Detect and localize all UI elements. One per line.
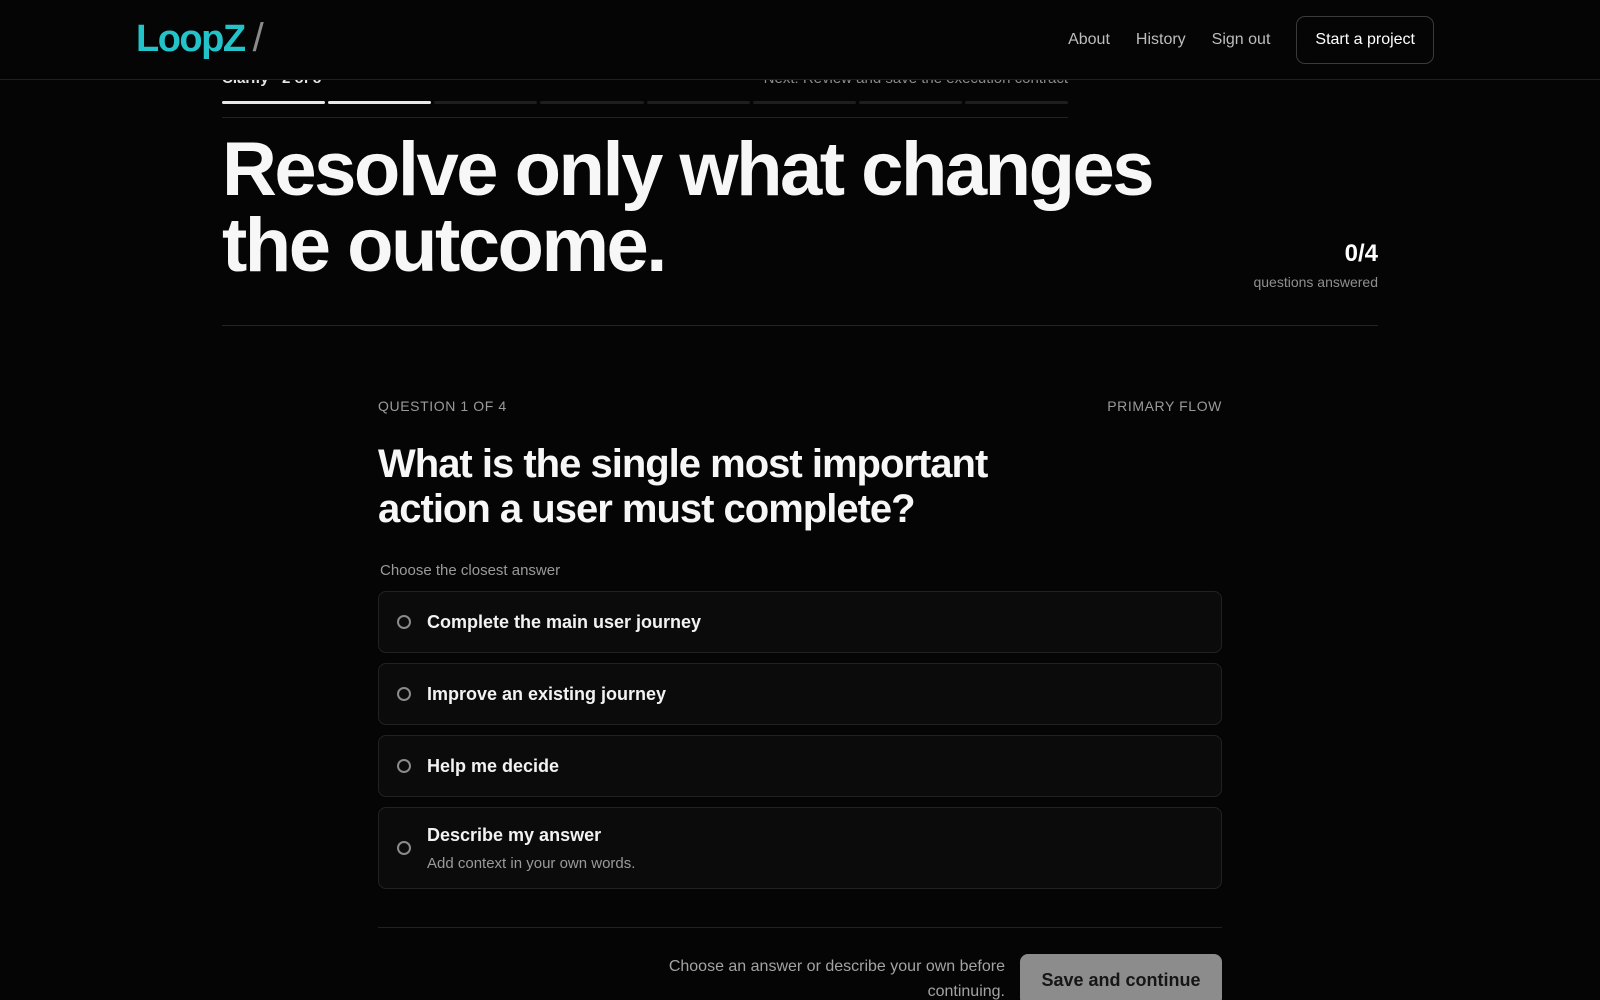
question-section: PRIMARY FLOW	[1107, 398, 1222, 414]
divider	[378, 927, 1222, 928]
save-continue-button[interactable]: Save and continue	[1020, 954, 1222, 1000]
divider	[222, 325, 1378, 326]
option-label: Help me decide	[427, 755, 560, 776]
radio-icon[interactable]	[397, 841, 411, 855]
option-improve-journey[interactable]: Improve an existing journey	[378, 663, 1222, 725]
radio-icon[interactable]	[397, 687, 411, 701]
question-index: QUESTION 1 OF 4	[378, 398, 507, 414]
stepper-segment	[434, 101, 538, 104]
nav-sign-out[interactable]: Sign out	[1212, 31, 1271, 49]
stepper-segment	[646, 101, 750, 104]
option-text: Improve an existing journey	[427, 684, 666, 705]
page-title: Resolve only what changes the outcome.	[222, 127, 1155, 288]
radio-icon[interactable]	[397, 759, 411, 773]
nav-about[interactable]: About	[1068, 31, 1110, 49]
stepper-bars	[222, 101, 1068, 104]
logo-slash: /	[252, 16, 264, 60]
answered-count: 0/4	[1344, 240, 1378, 267]
option-sublabel: Add context in your own words.	[427, 854, 636, 872]
logo-text: LoopZ	[136, 18, 246, 60]
page: Clarify · 2 of 8 Next: Review and save t…	[0, 0, 1600, 1000]
main-nav: About History Sign out Start a project	[1068, 16, 1434, 64]
stepper-segment	[752, 101, 856, 104]
option-main-journey[interactable]: Complete the main user journey	[378, 591, 1222, 653]
answer-options: Complete the main user journey Improve a…	[378, 591, 1222, 889]
option-label: Improve an existing journey	[427, 683, 667, 704]
start-project-button[interactable]: Start a project	[1296, 16, 1434, 64]
answered-counter: 0/4 questions answered	[1253, 240, 1378, 290]
question-meta: QUESTION 1 OF 4 PRIMARY FLOW	[378, 398, 1222, 414]
stepper-segment	[328, 101, 432, 104]
option-label: Describe my answer	[427, 824, 602, 845]
stepper-segment	[858, 101, 962, 104]
answered-label: questions answered	[1253, 274, 1378, 290]
radio-icon[interactable]	[397, 615, 411, 629]
option-text: Help me decide	[427, 756, 559, 777]
top-header: LoopZ / About History Sign out Start a p…	[0, 0, 1600, 80]
question-hint: Choose the closest answer	[380, 562, 561, 579]
option-text: Describe my answer Add context in your o…	[427, 825, 635, 872]
option-label: Complete the main user journey	[427, 611, 702, 632]
option-text: Complete the main user journey	[427, 612, 701, 633]
question-title: What is the single most important action…	[378, 442, 988, 531]
stepper-segment	[222, 101, 326, 104]
logo[interactable]: LoopZ /	[136, 16, 264, 61]
divider	[222, 117, 1068, 118]
stepper-segment	[964, 101, 1068, 104]
nav-history[interactable]: History	[1136, 31, 1186, 49]
option-help-decide[interactable]: Help me decide	[378, 735, 1222, 797]
continue-hint: Choose an answer or describe your own be…	[668, 958, 1005, 1000]
stepper-segment	[540, 101, 644, 104]
question-card: QUESTION 1 OF 4 PRIMARY FLOW What is the…	[378, 398, 1222, 889]
option-describe-answer[interactable]: Describe my answer Add context in your o…	[378, 807, 1222, 889]
